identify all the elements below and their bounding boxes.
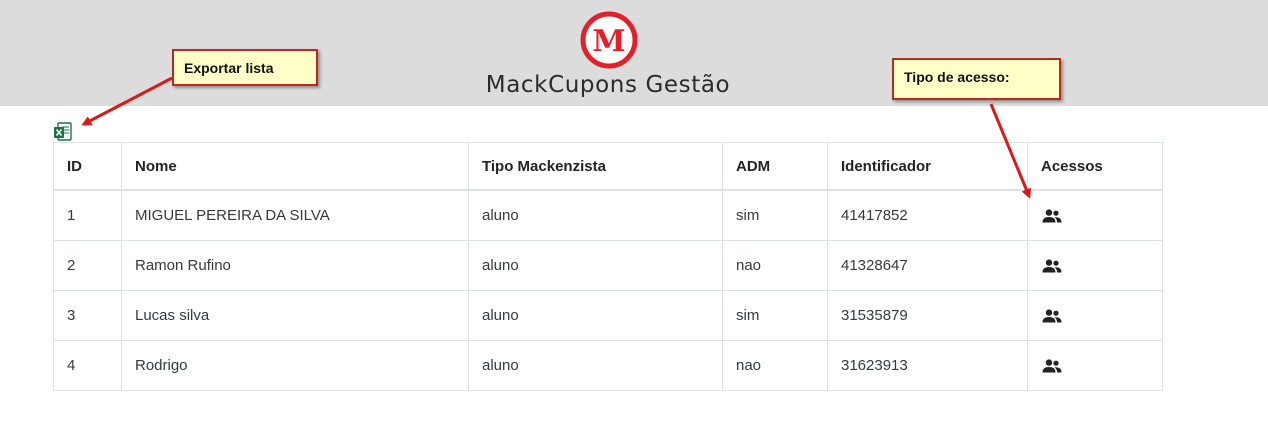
users-icon[interactable] (1041, 309, 1063, 323)
cell-acessos (1027, 189, 1163, 241)
users-table: ID Nome Tipo Mackenzista ADM Identificad… (53, 142, 1163, 391)
cell-tipo: aluno (468, 340, 723, 391)
cell-adm: sim (722, 290, 828, 341)
cell-nome: Lucas silva (121, 290, 469, 341)
svg-text:M: M (592, 24, 625, 59)
col-header-adm: ADM (722, 142, 828, 191)
callout-exportar-lista: Exportar lista (172, 49, 318, 86)
users-icon[interactable] (1041, 359, 1063, 373)
cell-adm: sim (722, 189, 828, 241)
table-row: 1 MIGUEL PEREIRA DA SILVA aluno sim 4141… (53, 189, 1163, 241)
cell-acessos (1027, 340, 1163, 391)
cell-id: 4 (53, 340, 122, 391)
mackenzie-logo-icon: M (580, 11, 638, 69)
col-header-nome: Nome (121, 142, 469, 191)
cell-nome: Ramon Rufino (121, 240, 469, 291)
col-header-tipo: Tipo Mackenzista (468, 142, 723, 191)
col-header-identificador: Identificador (827, 142, 1028, 191)
cell-tipo: aluno (468, 290, 723, 341)
cell-acessos (1027, 240, 1163, 291)
table-row: 4 Rodrigo aluno nao 31623913 (53, 340, 1163, 391)
users-icon[interactable] (1041, 259, 1063, 273)
cell-identificador: 41417852 (827, 189, 1028, 241)
cell-tipo: aluno (468, 240, 723, 291)
cell-identificador: 41328647 (827, 240, 1028, 291)
table-row: 2 Ramon Rufino aluno nao 41328647 (53, 240, 1163, 291)
cell-nome: MIGUEL PEREIRA DA SILVA (121, 189, 469, 241)
cell-id: 3 (53, 290, 122, 341)
cell-id: 1 (53, 189, 122, 241)
callout-tipo-acesso: Tipo de acesso: (892, 58, 1061, 100)
excel-export-icon[interactable] (53, 122, 73, 142)
cell-acessos (1027, 290, 1163, 341)
cell-identificador: 31623913 (827, 340, 1028, 391)
cell-adm: nao (722, 240, 828, 291)
col-header-acessos: Acessos (1027, 142, 1163, 191)
cell-adm: nao (722, 340, 828, 391)
cell-identificador: 31535879 (827, 290, 1028, 341)
cell-tipo: aluno (468, 189, 723, 241)
table-row: 3 Lucas silva aluno sim 31535879 (53, 290, 1163, 341)
cell-id: 2 (53, 240, 122, 291)
cell-nome: Rodrigo (121, 340, 469, 391)
users-icon[interactable] (1041, 209, 1063, 223)
table-header-row: ID Nome Tipo Mackenzista ADM Identificad… (53, 142, 1163, 191)
col-header-id: ID (53, 142, 122, 191)
